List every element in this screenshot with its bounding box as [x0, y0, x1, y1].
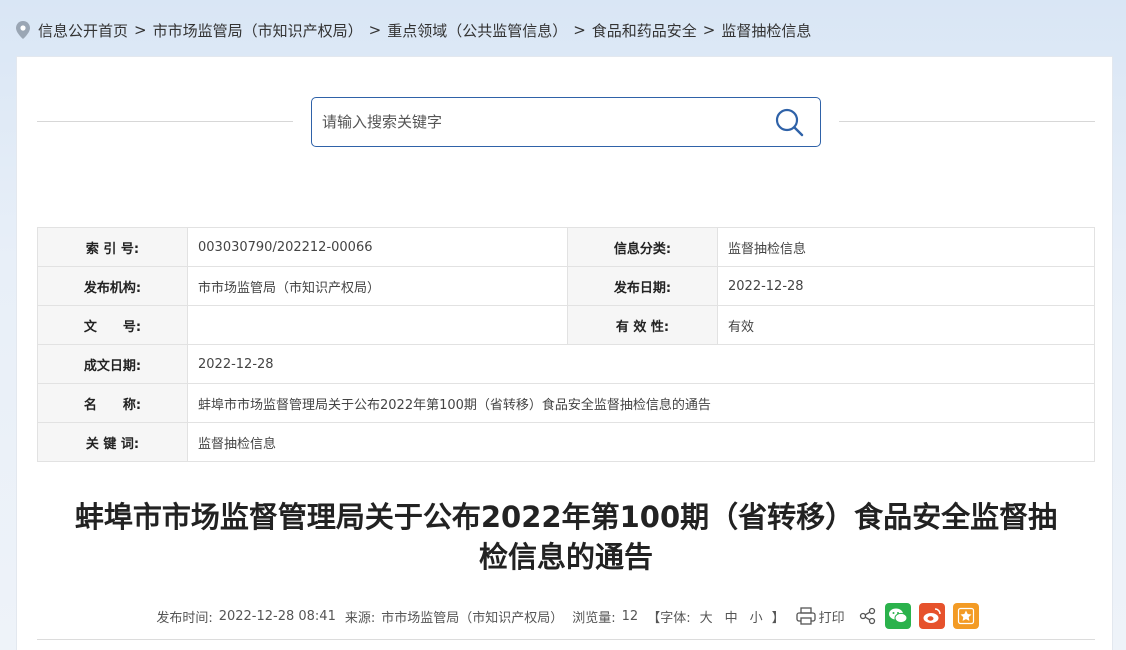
article-info-bar: 发布时间: 2022-12-28 08:41 来源: 市市场监管局（市知识产权局… — [37, 602, 1095, 630]
publisher-value: 市市场监管局（市知识产权局） — [187, 266, 568, 306]
source-label: 来源: — [344, 610, 376, 626]
font-size-small[interactable]: 小 — [750, 607, 763, 626]
font-size-medium[interactable]: 中 — [725, 607, 738, 626]
breadcrumb-home[interactable]: 信息公开首页 — [38, 20, 128, 41]
print-label: 打印 — [818, 610, 845, 626]
name-value: 蚌埠市市场监督管理局关于公布2022年第100期（省转移）食品安全监督抽检信息的… — [187, 383, 1095, 423]
created-label: 成文日期: — [37, 344, 188, 384]
share-icon[interactable] — [859, 607, 877, 625]
wechat-icon — [888, 608, 908, 624]
table-row: 索 引 号: 003030790/202212-00066 信息分类: 监督抽检… — [37, 227, 1095, 267]
breadcrumb-separator: > — [702, 21, 716, 39]
breadcrumb-bureau[interactable]: 市市场监管局（市知识产权局） — [153, 20, 363, 41]
table-row: 关 键 词: 监督抽检信息 — [37, 422, 1095, 462]
breadcrumb-food-drug[interactable]: 食品和药品安全 — [592, 20, 697, 41]
publish-time-label: 发布时间: — [156, 610, 213, 626]
printer-icon — [796, 607, 816, 625]
keywords-label: 关 键 词: — [37, 422, 188, 462]
divider — [37, 121, 293, 122]
search-icon — [775, 108, 804, 137]
table-row: 文 号: 有 效 性: 有效 — [37, 305, 1095, 345]
weibo-icon — [923, 608, 941, 623]
divider — [37, 639, 1095, 640]
content-panel: 索 引 号: 003030790/202212-00066 信息分类: 监督抽检… — [16, 56, 1113, 650]
divider — [839, 121, 1095, 122]
keywords-value: 监督抽检信息 — [187, 422, 1095, 462]
table-row: 发布机构: 市市场监管局（市知识产权局） 发布日期: 2022-12-28 — [37, 266, 1095, 306]
category-label: 信息分类: — [567, 227, 718, 267]
font-size-label: 【字体: — [647, 610, 691, 626]
table-row: 名 称: 蚌埠市市场监督管理局关于公布2022年第100期（省转移）食品安全监督… — [37, 383, 1095, 423]
article-title-line-1: 蚌埠市市场监督管理局关于公布2022年第100期（省转移）食品安全监督抽 — [74, 500, 1058, 534]
favorite-button[interactable] — [952, 603, 979, 629]
validity-value: 有效 — [717, 305, 1095, 345]
font-size-large[interactable]: 大 — [700, 607, 713, 626]
category-value: 监督抽检信息 — [717, 227, 1095, 267]
breadcrumb-key-areas[interactable]: 重点领域（公共监管信息） — [387, 20, 567, 41]
search-button[interactable] — [764, 98, 814, 146]
wechat-share-button[interactable] — [884, 603, 911, 629]
location-pin-icon — [16, 21, 30, 39]
pubdate-label: 发布日期: — [567, 266, 718, 306]
star-icon — [957, 607, 974, 625]
search-row — [37, 97, 1095, 147]
article-title-line-2: 检信息的通告 — [478, 540, 653, 574]
breadcrumb-separator: > — [573, 21, 586, 39]
article-title: 蚌埠市市场监督管理局关于公布2022年第100期（省转移）食品安全监督抽 检信息… — [37, 497, 1095, 577]
breadcrumb: 信息公开首页 > 市市场监管局（市知识产权局） > 重点领域（公共监管信息） >… — [16, 18, 811, 42]
metadata-table: 索 引 号: 003030790/202212-00066 信息分类: 监督抽检… — [37, 227, 1095, 462]
publisher-label: 发布机构: — [37, 266, 188, 306]
docno-value — [187, 305, 568, 345]
breadcrumb-separator: > — [368, 21, 382, 39]
validity-label: 有 效 性: — [567, 305, 718, 345]
index-value: 003030790/202212-00066 — [187, 227, 568, 267]
created-value: 2022-12-28 — [187, 344, 1095, 384]
search-box — [311, 97, 821, 147]
source-value: 市市场监管局（市知识产权局） — [381, 610, 564, 626]
weibo-share-button[interactable] — [918, 603, 945, 629]
breadcrumb-separator: > — [134, 21, 147, 39]
table-row: 成文日期: 2022-12-28 — [37, 344, 1095, 384]
search-input[interactable] — [312, 98, 764, 146]
publish-time-value: 2022-12-28 08:41 — [218, 608, 336, 624]
pubdate-value: 2022-12-28 — [717, 266, 1095, 306]
views-value: 12 — [621, 608, 639, 624]
index-label: 索 引 号: — [37, 227, 188, 267]
print-button[interactable]: 打印 — [796, 607, 848, 626]
breadcrumb-inspection[interactable]: 监督抽检信息 — [721, 20, 811, 41]
font-size-end: 】 — [771, 610, 785, 626]
views-label: 浏览量: — [572, 610, 616, 626]
docno-label: 文 号: — [37, 305, 188, 345]
name-label: 名 称: — [37, 383, 188, 423]
